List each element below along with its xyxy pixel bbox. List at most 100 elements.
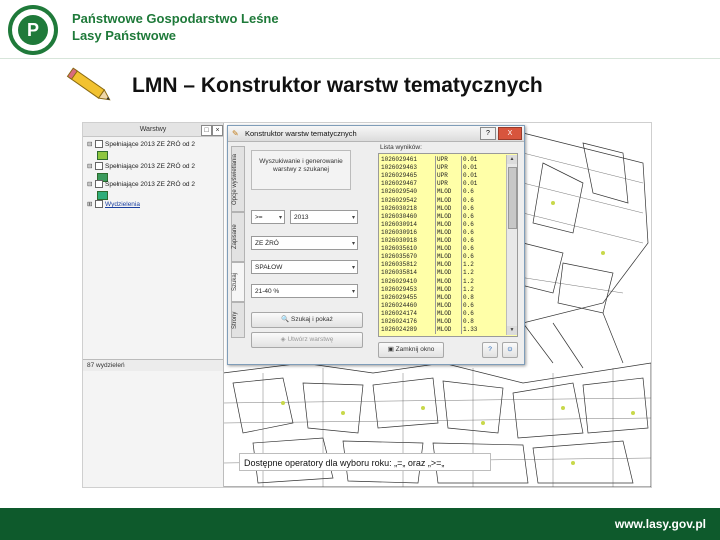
result-value: 0.6 [461,196,487,205]
result-row[interactable]: 1026029467 UPR 0.01 [381,180,487,189]
header-divider [0,58,720,59]
scroll-up-icon[interactable]: ▲ [507,155,517,164]
layer-item[interactable]: ⊞ Wydzielenia [87,199,140,211]
expand-icon[interactable]: ⊟ [87,161,95,173]
layer-checkbox[interactable] [95,200,103,209]
result-row[interactable]: 1026035814 MLOD 1.2 [381,269,487,278]
result-row[interactable]: 1026029455 MLOD 0.8 [381,293,487,302]
year-select[interactable]: 2013 ▾ [290,210,358,224]
settings-round-button[interactable]: ⊙ [502,342,518,358]
close-button[interactable]: X [498,127,522,140]
expand-icon[interactable]: ⊟ [87,179,95,191]
result-code: MLOD [435,220,461,230]
result-value: 1.2 [461,261,487,270]
layer-icon: ◈ [280,336,286,343]
generate-layer-button[interactable]: Wyszukiwanie i generowanie warstwy z szu… [251,150,351,190]
result-value: 0.6 [461,228,487,238]
result-row[interactable]: 1026024174 MLOD 0.6 [381,309,487,319]
result-id: 1026024460 [381,301,418,309]
result-code: MLOD [435,261,461,270]
layer-item[interactable]: ⊟ Spełniające 2013 ZE ŻRÓ od 2 [87,161,195,173]
help-button[interactable]: ? [480,127,496,140]
slide-title: LMN – Konstruktor warstw tematycznych [132,74,543,97]
results-list[interactable]: 1026024289 MLOD 1.33 1026024176 MLOD 0.8 10260… [378,153,518,337]
field4-select[interactable]: 21-40 % ▾ [251,284,358,298]
operator-value: >= [255,214,263,221]
create-layer-button[interactable]: ◈ Utwórz warstwę [251,332,363,348]
help-round-button[interactable]: ? [482,342,498,358]
app-screenshot: Warstwy □ × ⊟ Spełniające 2013 ZE ŻRÓ od … [82,122,652,488]
dialog-titlebar[interactable]: ✎ Konstruktor warstw tematycznych ? X [228,126,524,142]
result-row[interactable]: 1026030460 MLOD 0.6 [381,212,487,221]
panel-float-button[interactable]: □ [201,125,212,136]
result-row[interactable]: 1026024176 MLOD 0.8 [381,318,487,327]
result-row[interactable]: 1026030914 MLOD 0.6 [381,220,487,230]
field3-select[interactable]: SPAŁOW ▾ [251,260,358,274]
vertical-tabs: Opcje wyświetlania Zapisane Szukaj Stron… [231,146,245,338]
result-code: MLOD [435,326,461,335]
result-row[interactable]: 1026029542 MLOD 0.6 [381,196,487,205]
layer-item[interactable]: ⊟ Spełniające 2013 ZE ŻRÓ od 2 [87,139,195,151]
result-id: 1026029455 [381,293,418,301]
result-value: 1.2 [461,277,487,286]
panel-close-button[interactable]: × [212,125,223,136]
result-row[interactable]: 1026029453 MLOD 1.2 [381,285,487,294]
result-row[interactable]: 1026029465 UPR 0.01 [381,172,487,181]
result-id: 1026035814 [381,269,418,277]
result-row[interactable]: 1026035610 MLOD 0.6 [381,245,487,254]
result-value: 0.6 [461,301,487,311]
field4-value: 21-40 % [255,288,280,295]
close-window-button[interactable]: ▣ Zamknij okno [378,342,444,358]
tab-saved[interactable]: Zapisane [231,212,245,262]
expand-icon[interactable]: ⊞ [87,199,95,211]
result-id: 1026035812 [381,261,418,269]
layer-checkbox[interactable] [95,140,103,149]
expand-icon[interactable]: ⊟ [87,139,95,151]
layer-checkbox[interactable] [95,180,103,189]
operator-select[interactable]: >= ▾ [251,210,285,224]
close-window-label: Zamknij okno [395,346,435,353]
result-row[interactable]: 1026029461 UPR 0.01 [381,156,487,165]
layer-checkbox[interactable] [95,162,103,171]
tab-display-options[interactable]: Opcje wyświetlania [231,146,245,212]
search-button[interactable]: 🔍 Szukaj i pokaż [251,312,363,328]
operators-note: Dostępne operatory dla wyboru roku: „=„ … [239,453,491,471]
result-code: MLOD [435,318,461,327]
result-code: MLOD [435,253,461,262]
layer-item[interactable]: ⊟ Spełniające 2013 ZE ŻRÓ od 2 [87,179,195,191]
result-value: 0.6 [461,188,487,197]
result-row[interactable]: 1026030918 MLOD 0.6 [381,237,487,246]
result-row[interactable]: 1026024460 MLOD 0.6 [381,301,487,311]
result-row[interactable]: 1026030218 MLOD 0.6 [381,204,487,213]
result-row[interactable]: 1026024289 MLOD 1.33 [381,326,487,335]
result-id: 1026029461 [381,156,418,163]
result-value: 0.6 [461,309,487,319]
year-value: 2013 [294,214,309,221]
result-code: MLOD [435,212,461,221]
result-row[interactable]: 1026029540 MLOD 0.6 [381,188,487,197]
tab-search[interactable]: Szukaj [231,262,245,302]
result-row[interactable]: 1026030916 MLOD 0.6 [381,228,487,238]
tree-logo-icon: P [18,15,48,45]
result-row[interactable]: 1026035670 MLOD 0.6 [381,253,487,262]
footer-url[interactable]: www.lasy.gov.pl [615,517,706,531]
scroll-down-icon[interactable]: ▼ [507,326,517,335]
tab-pages[interactable]: Strony [231,302,245,338]
field3-value: SPAŁOW [255,264,283,271]
search-icon: 🔍 [281,316,290,323]
status-bar: 87 wydzieleń [83,359,223,371]
search-button-label: Szukaj i pokaż [290,316,333,323]
result-row[interactable]: 1026035812 MLOD 1.2 [381,261,487,270]
result-id: 1026030918 [381,237,418,244]
result-id: 1026029453 [381,285,418,293]
layers-panel: Warstwy □ × ⊟ Spełniające 2013 ZE ŻRÓ od … [83,123,224,487]
result-id: 1026035610 [381,245,418,253]
result-row[interactable]: 1026029410 MLOD 1.2 [381,277,487,286]
layer-swatch [97,151,108,160]
field2-select[interactable]: ZE ŻRÓ ▾ [251,236,358,250]
scroll-thumb[interactable] [508,167,517,229]
result-row[interactable]: 1026029463 UPR 0.01 [381,164,487,173]
result-value: 1.33 [461,326,487,335]
results-scrollbar[interactable]: ▲ ▼ [506,155,517,335]
result-value: 0.8 [461,318,487,327]
